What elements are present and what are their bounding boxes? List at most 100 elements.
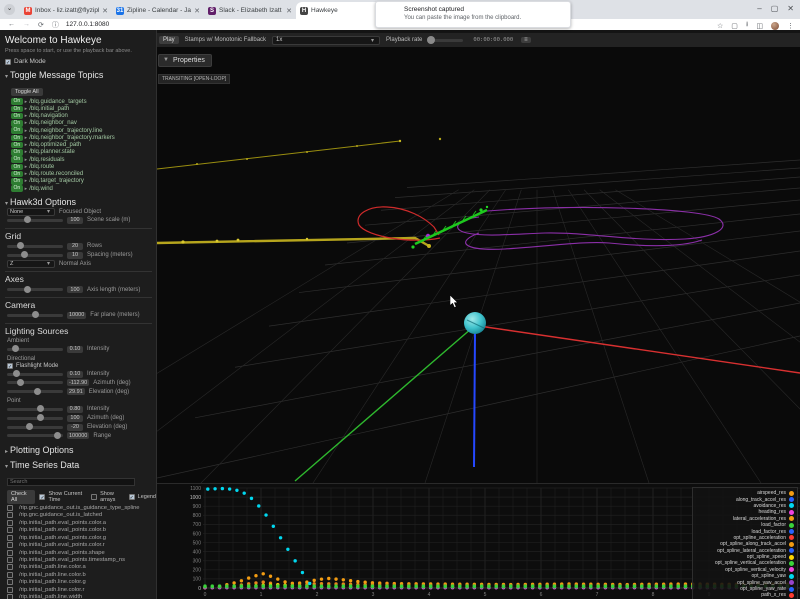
checkbox-icon[interactable]	[7, 587, 13, 593]
slider-thumb[interactable]	[32, 311, 39, 318]
slider-thumb[interactable]	[26, 423, 33, 430]
expand-arrow-icon[interactable]: ▸	[25, 164, 28, 170]
checkbox-icon[interactable]	[7, 594, 13, 599]
topic-on-toggle[interactable]: On	[11, 98, 23, 105]
checkbox-icon[interactable]	[7, 542, 13, 548]
slider-track[interactable]	[7, 254, 63, 257]
checkbox-icon[interactable]	[7, 550, 13, 556]
browser-tab[interactable]: MInbox - liz.izatt@flyziplin✕	[20, 2, 112, 19]
series-row[interactable]: /rip.gnc.guidance_out.is_guidance_type_s…	[7, 504, 156, 511]
topic-on-toggle[interactable]: On	[11, 185, 23, 192]
slider-thumb[interactable]	[37, 414, 44, 421]
section-heading[interactable]: ▾Hawk3d Options	[5, 197, 156, 207]
option-checkbox-row[interactable]: ✓Flashlight Mode	[7, 363, 156, 369]
topics-heading[interactable]: ▾Toggle Message Topics	[5, 70, 156, 80]
slider-track[interactable]	[7, 219, 63, 222]
series-row[interactable]: /rip.initial_path.line.width	[7, 593, 156, 599]
expand-arrow-icon[interactable]: ▸	[25, 157, 28, 163]
slider-thumb[interactable]	[24, 216, 31, 223]
slider-thumb[interactable]	[54, 432, 61, 439]
playbar-menu-button[interactable]: ≡	[521, 37, 531, 43]
series-row[interactable]: /rip.initial_path.eval_points.color.a	[7, 519, 156, 526]
tab-close-icon[interactable]: ✕	[194, 7, 200, 15]
tab-search-icon[interactable]: ⌄	[4, 4, 15, 15]
dropdown-select[interactable]: Z▾	[7, 260, 55, 268]
screenshot-toast[interactable]: Screenshot captured You can paste the im…	[375, 1, 571, 28]
toggle-all-button[interactable]: Toggle All	[11, 88, 43, 96]
checkbox-icon[interactable]	[7, 512, 13, 518]
tab-group-icon[interactable]: ▢	[731, 22, 738, 30]
slider-track[interactable]	[7, 373, 63, 376]
series-row[interactable]: /rip.initial_path.eval_points.color.r	[7, 541, 156, 548]
checkbox-icon[interactable]	[7, 505, 13, 511]
slider-thumb[interactable]	[37, 405, 44, 412]
expand-arrow-icon[interactable]: ▸	[25, 128, 28, 134]
filter-checkbox[interactable]: ✓Legend	[129, 491, 156, 503]
forward-icon[interactable]: →	[23, 21, 30, 28]
slider-track[interactable]	[7, 381, 63, 384]
checkbox-icon[interactable]	[7, 557, 13, 563]
back-icon[interactable]: ←	[8, 21, 15, 28]
series-row[interactable]: /rip.initial_path.eval_points.shape	[7, 549, 156, 556]
slider-thumb[interactable]	[13, 370, 20, 377]
topic-on-toggle[interactable]: On	[11, 127, 23, 134]
expand-arrow-icon[interactable]: ▸	[25, 99, 28, 105]
expand-arrow-icon[interactable]: ▸	[25, 142, 28, 148]
checkbox-icon[interactable]	[7, 520, 13, 526]
playback-rate-slider[interactable]	[427, 39, 463, 42]
checkbox-icon[interactable]	[7, 564, 13, 570]
topic-on-toggle[interactable]: On	[11, 149, 23, 156]
topic-on-toggle[interactable]: On	[11, 171, 23, 178]
topic-on-toggle[interactable]: On	[11, 142, 23, 149]
topic-on-toggle[interactable]: On	[11, 156, 23, 163]
section-heading[interactable]: ▸Plotting Options	[5, 445, 156, 455]
slider-thumb[interactable]	[24, 286, 31, 293]
slider-thumb[interactable]	[17, 379, 24, 386]
reload-icon[interactable]: ⟳	[38, 21, 44, 29]
slider-track[interactable]	[7, 288, 63, 291]
search-input[interactable]	[7, 478, 135, 486]
filter-checkbox[interactable]: Show arrays	[91, 491, 125, 503]
checkbox-icon[interactable]	[7, 527, 13, 533]
expand-arrow-icon[interactable]: ▸	[25, 135, 28, 141]
timeseries-chart[interactable]: 0100200300400500600700800900100011000123…	[157, 483, 800, 599]
checkbox-icon[interactable]: ✓	[39, 494, 45, 500]
vehicle-sphere[interactable]	[464, 312, 486, 334]
bookmark-star-icon[interactable]: ☆	[717, 22, 723, 30]
properties-header[interactable]: ▼ Properties	[158, 54, 212, 67]
slider-track[interactable]	[7, 408, 63, 411]
window-maximize-button[interactable]: ▢	[771, 4, 779, 13]
browser-tab[interactable]: SSlack - Elizabeth Izatt - Zi✕	[204, 2, 296, 19]
topic-on-toggle[interactable]: On	[11, 135, 23, 142]
slider-knob[interactable]	[427, 36, 435, 44]
window-close-button[interactable]: ✕	[787, 4, 794, 13]
window-minimize-button[interactable]: –	[757, 4, 761, 13]
topic-on-toggle[interactable]: On	[11, 113, 23, 120]
checkbox-icon[interactable]	[7, 579, 13, 585]
topic-on-toggle[interactable]: On	[11, 178, 23, 185]
expand-arrow-icon[interactable]: ▸	[25, 120, 28, 126]
topic-on-toggle[interactable]: On	[11, 164, 23, 171]
slider-thumb[interactable]	[21, 251, 28, 258]
series-row[interactable]: /rip.initial_path.line.color.r	[7, 586, 156, 593]
browser-tab[interactable]: 31Zipline - Calendar - Janu✕	[112, 2, 204, 19]
expand-arrow-icon[interactable]: ▸	[25, 149, 28, 155]
expand-arrow-icon[interactable]: ▸	[25, 106, 28, 112]
check-all-button[interactable]: Check All	[7, 490, 35, 504]
checkbox-icon[interactable]: ✓	[7, 363, 13, 369]
site-info-icon[interactable]: ⓘ	[52, 20, 59, 30]
profile-avatar[interactable]	[771, 22, 779, 30]
playback-rate-select[interactable]: 1x ▾	[272, 36, 380, 45]
dark-mode-toggle[interactable]: ✓ Dark Mode	[5, 58, 156, 65]
checkbox-checked-icon[interactable]: ✓	[5, 59, 11, 65]
slider-thumb[interactable]	[34, 388, 41, 395]
series-row[interactable]: /rip.initial_path.line.color.b	[7, 571, 156, 578]
dropdown-select[interactable]: None▾	[7, 208, 55, 216]
legend-entry[interactable]: path_x_res	[696, 592, 794, 598]
slider-thumb[interactable]	[17, 242, 24, 249]
slider-thumb[interactable]	[12, 345, 19, 352]
expand-arrow-icon[interactable]: ▸	[25, 186, 28, 192]
expand-arrow-icon[interactable]: ▸	[25, 113, 28, 119]
play-button[interactable]: Play	[159, 36, 179, 44]
viewport-3d[interactable]: ▼ Properties TRANSITING [OPEN-LOOP]	[157, 47, 800, 483]
